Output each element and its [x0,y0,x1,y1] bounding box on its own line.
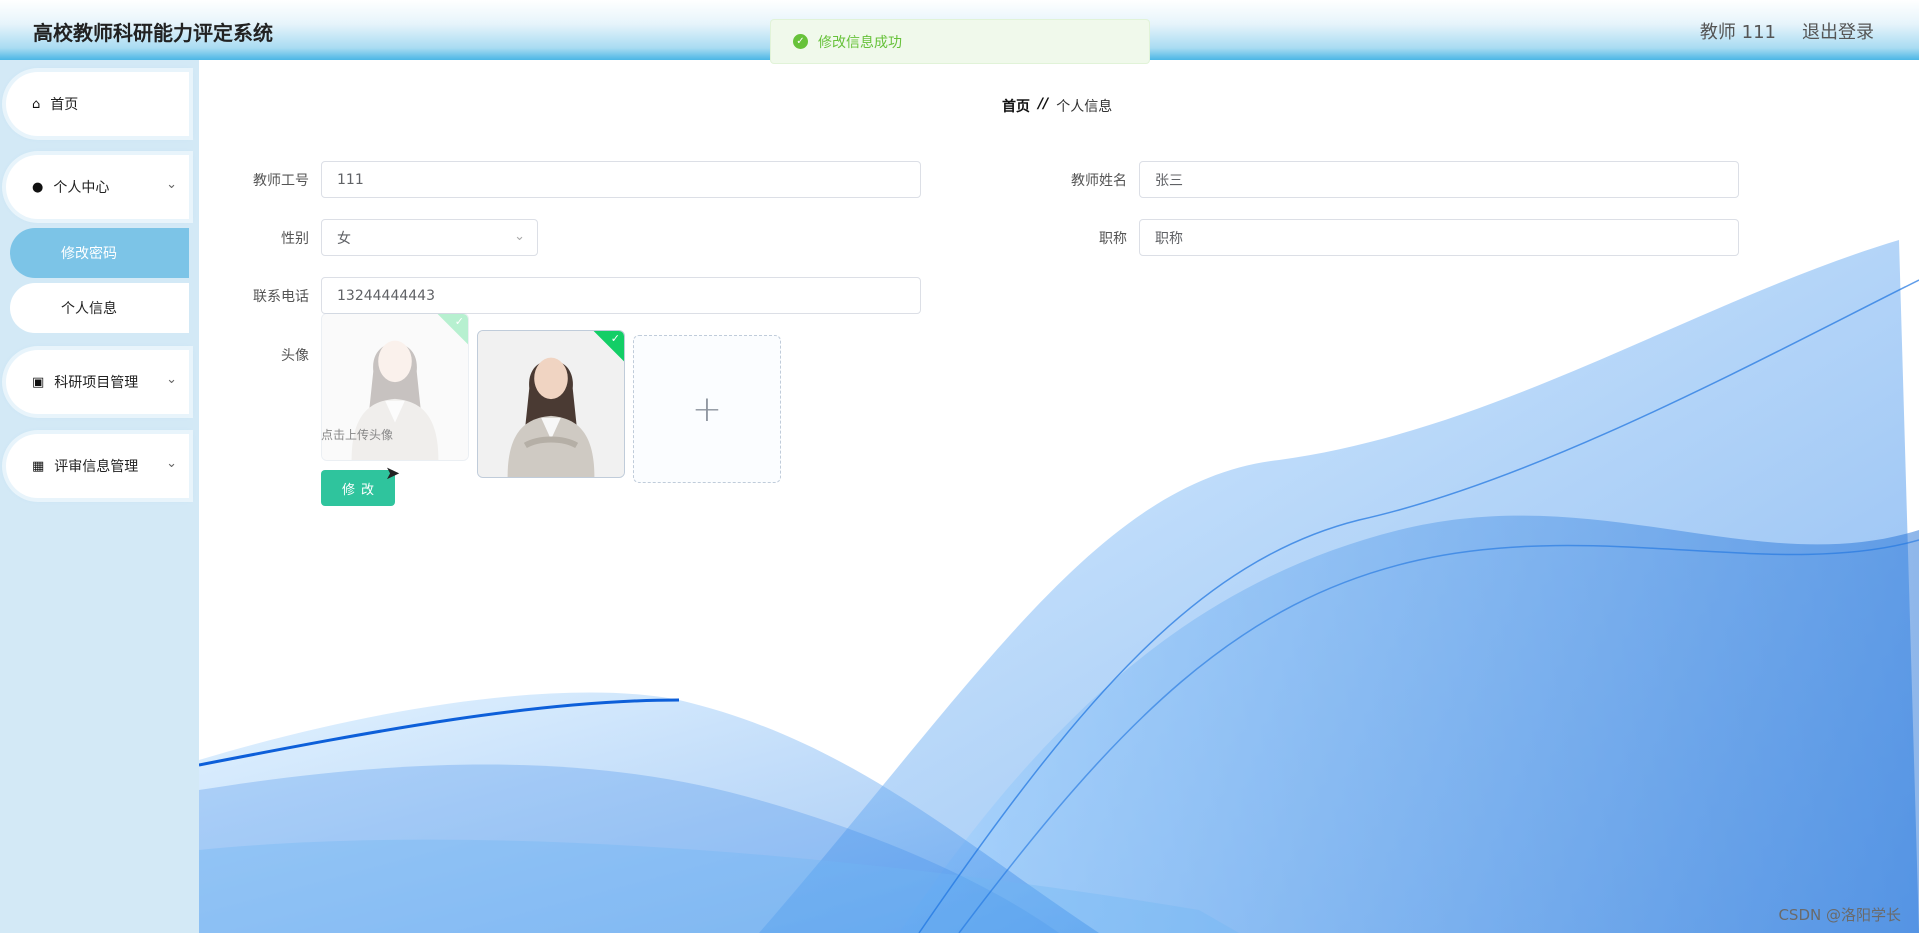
main-content: 首页 // 个人信息 教师工号 111 教师姓名 张三 性别 女 ⌄ 职称 职称… [199,60,1919,933]
gender-select[interactable]: 女 ⌄ [321,219,538,256]
sidebar-item-label: 修改密码 [61,246,117,262]
title-input[interactable]: 职称 [1139,219,1739,256]
breadcrumb: 首页 // 个人信息 [1002,96,1112,116]
chevron-down-icon: ⌄ [166,372,177,387]
sidebar-item-label: 评审信息管理 [54,459,139,475]
grid-icon: ▦ [32,458,45,474]
chevron-down-icon: ⌄ [166,456,177,471]
teacher-name-label: 教师姓名 [1071,173,1127,189]
sidebar-item-research-projects[interactable]: ▣ 科研项目管理 ⌄ [6,350,189,414]
toast-message: 修改信息成功 [818,34,902,51]
sidebar-item-label: 个人信息 [61,301,117,317]
logout-link[interactable]: 退出登录 [1802,18,1874,44]
sidebar-item-label: 个人中心 [53,180,110,196]
sidebar-subitem-change-password[interactable]: 修改密码 [10,228,189,278]
chevron-down-icon: ⌄ [514,229,525,244]
check-icon: ✓ [610,332,620,345]
watermark: CSDN @洛阳学长 [1778,906,1901,924]
sidebar-item-label: 首页 [50,97,79,113]
sidebar-subitem-personal-info[interactable]: 个人信息 [10,283,189,333]
teacher-id-input[interactable]: 111 [321,161,921,198]
teacher-id-label: 教师工号 [253,173,309,189]
plus-icon: + [691,388,723,430]
avatar-image[interactable]: ✓ [477,330,625,478]
mouse-cursor-icon: ➤ [385,463,401,484]
gender-label: 性别 [281,231,309,247]
avatar-upload-button[interactable]: + [633,335,781,483]
sidebar-item-review-info[interactable]: ▦ 评审信息管理 ⌄ [6,434,189,498]
sidebar-item-personal-center[interactable]: ● 个人中心 ⌄ [6,155,189,219]
check-icon: ✓ [454,315,464,328]
breadcrumb-home[interactable]: 首页 [1002,96,1030,116]
chevron-down-icon: ⌄ [166,177,177,192]
submit-button[interactable]: 修改 [321,470,395,506]
breadcrumb-current: 个人信息 [1056,99,1113,115]
avatar-label: 头像 [281,348,309,364]
title-label: 职称 [1099,231,1127,247]
user-area: 教师 111 退出登录 [1700,18,1874,44]
success-toast: ✓ 修改信息成功 [770,19,1150,64]
phone-input[interactable]: 13244444443 [321,277,921,314]
app-title: 高校教师科研能力评定系统 [33,21,273,45]
home-icon: ⌂ [32,96,41,112]
sidebar-item-label: 科研项目管理 [54,375,139,391]
phone-label: 联系电话 [253,289,309,305]
user-name: 教师 111 [1699,22,1776,43]
sidebar: ⌂ 首页 ● 个人中心 ⌄ 修改密码 个人信息 ▣ 科研项目管理 ⌄ ▦ 评审信… [0,60,199,933]
avatar-upload-hint: 点击上传头像 [321,428,394,442]
check-circle-icon: ✓ [793,34,808,49]
avatar-photo [478,331,624,477]
gender-value: 女 [337,230,351,247]
teacher-name-input[interactable]: 张三 [1139,161,1739,198]
breadcrumb-separator: // [1038,96,1049,112]
clipboard-icon: ▣ [32,374,45,390]
sidebar-item-home[interactable]: ⌂ 首页 [6,72,189,136]
user-icon: ● [32,179,44,195]
